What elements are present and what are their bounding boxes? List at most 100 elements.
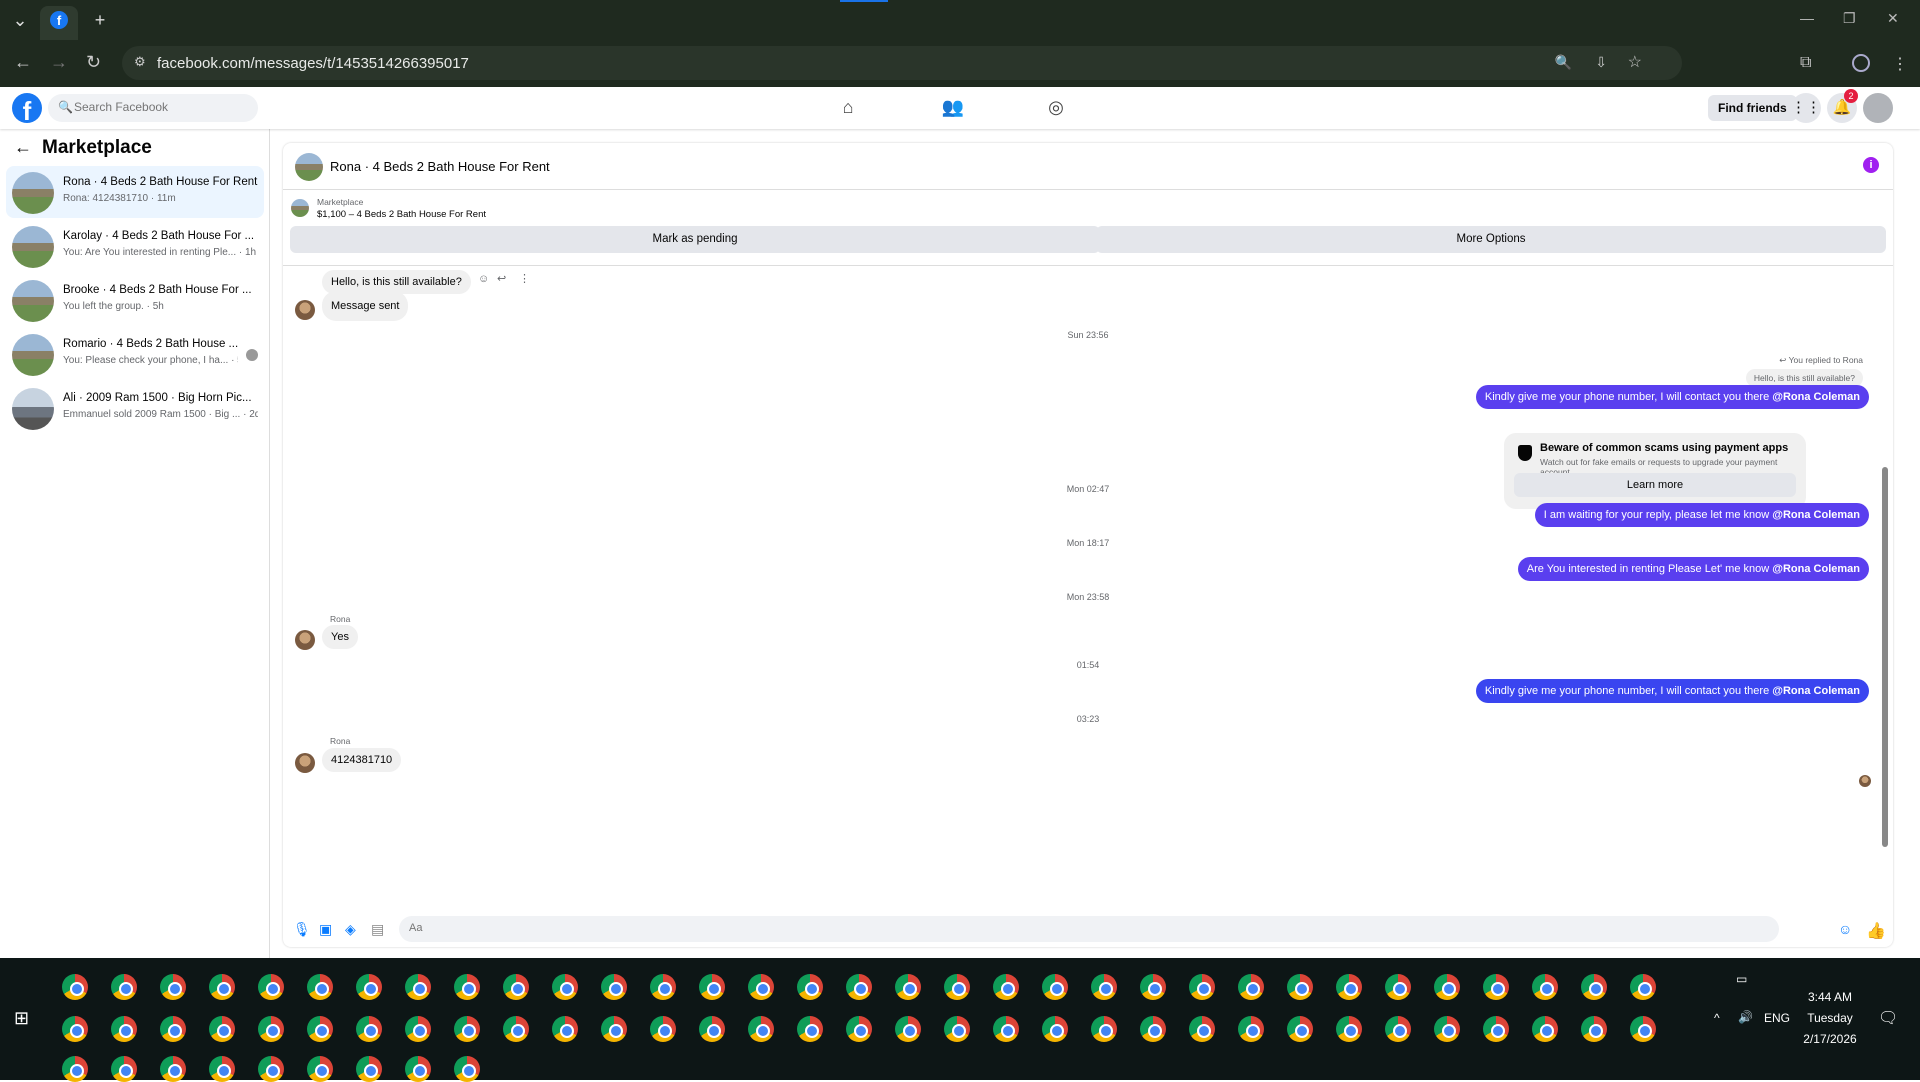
chrome-taskbar-icon[interactable] (846, 974, 872, 1000)
install-icon[interactable]: ⇩ (1595, 54, 1607, 71)
chrome-taskbar-icon[interactable] (160, 1056, 186, 1082)
groups-icon[interactable]: ◎ (1044, 97, 1068, 121)
outgoing-message[interactable]: Are You interested in renting Please Let… (1517, 557, 1869, 581)
chrome-taskbar-icon[interactable] (601, 974, 627, 1000)
chrome-taskbar-icon[interactable] (1581, 974, 1607, 1000)
chrome-taskbar-icon[interactable] (748, 1016, 774, 1042)
chrome-taskbar-icon[interactable] (160, 974, 186, 1000)
chrome-taskbar-icon[interactable] (111, 974, 137, 1000)
chrome-taskbar-icon[interactable] (1385, 1016, 1411, 1042)
chrome-taskbar-icon[interactable] (1630, 1016, 1656, 1042)
chrome-taskbar-icon[interactable] (895, 974, 921, 1000)
forward-icon[interactable]: → (50, 52, 68, 73)
chrome-taskbar-icon[interactable] (1189, 1016, 1215, 1042)
reply-icon[interactable]: ↩ (497, 272, 506, 285)
minimize-icon[interactable]: — (1800, 10, 1814, 26)
address-bar[interactable]: ⚙ facebook.com/messages/t/14535142663950… (122, 46, 1682, 80)
tray-chevron-icon[interactable]: ^ (1714, 1011, 1720, 1025)
outgoing-message[interactable]: I am waiting for your reply, please let … (1534, 503, 1869, 527)
scrollbar-thumb[interactable] (1882, 467, 1888, 847)
conversation-item[interactable]: Romario · 4 Beds 2 Bath House ... You: P… (6, 328, 264, 380)
chrome-taskbar-icon[interactable] (1189, 974, 1215, 1000)
home-icon[interactable]: ⌂ (836, 97, 860, 121)
chrome-taskbar-icon[interactable] (748, 974, 774, 1000)
info-icon[interactable]: i (1863, 157, 1879, 173)
more-icon[interactable]: ⋮ (519, 272, 530, 285)
menu-icon[interactable]: ⋮ (1892, 54, 1908, 74)
chrome-taskbar-icon[interactable] (846, 1016, 872, 1042)
chrome-taskbar-icon[interactable] (62, 1056, 88, 1082)
chrome-taskbar-icon[interactable] (356, 1056, 382, 1082)
chrome-taskbar-icon[interactable] (1287, 1016, 1313, 1042)
chrome-taskbar-icon[interactable] (209, 1056, 235, 1082)
conversation-item[interactable]: Karolay · 4 Beds 2 Bath House For ... Yo… (6, 220, 264, 272)
chrome-taskbar-icon[interactable] (993, 1016, 1019, 1042)
chrome-taskbar-icon[interactable] (1091, 1016, 1117, 1042)
incoming-message[interactable]: Message sent (322, 291, 409, 321)
chrome-taskbar-icon[interactable] (503, 1016, 529, 1042)
more-options-button[interactable]: More Options (1096, 226, 1886, 253)
restore-icon[interactable]: ❐ (1843, 10, 1856, 27)
learn-more-button[interactable]: Learn more (1514, 473, 1796, 497)
react-icon[interactable]: ☺ (478, 273, 489, 285)
chrome-taskbar-icon[interactable] (405, 1056, 431, 1082)
chrome-taskbar-icon[interactable] (1483, 974, 1509, 1000)
chrome-taskbar-icon[interactable] (1336, 1016, 1362, 1042)
clock-time[interactable]: 3:44 AM (1790, 990, 1870, 1004)
chrome-taskbar-icon[interactable] (699, 1016, 725, 1042)
chrome-taskbar-icon[interactable] (503, 974, 529, 1000)
message-input-box[interactable] (399, 916, 1779, 942)
listing-thumbnail[interactable] (291, 199, 309, 217)
windows-start-icon[interactable]: ⊞ (14, 1008, 29, 1029)
clock-day[interactable]: Tuesday (1790, 1011, 1870, 1025)
thumbs-up-icon[interactable]: 👍 (1866, 921, 1886, 941)
chrome-taskbar-icon[interactable] (356, 974, 382, 1000)
chrome-taskbar-icon[interactable] (356, 1016, 382, 1042)
sticker-icon[interactable]: ◈ (345, 921, 356, 938)
chrome-taskbar-icon[interactable] (944, 974, 970, 1000)
chrome-taskbar-icon[interactable] (62, 1016, 88, 1042)
chrome-taskbar-icon[interactable] (111, 1056, 137, 1082)
chrome-taskbar-icon[interactable] (1532, 1016, 1558, 1042)
chrome-taskbar-icon[interactable] (454, 1056, 480, 1082)
chrome-taskbar-icon[interactable] (1287, 974, 1313, 1000)
chrome-taskbar-icon[interactable] (454, 1016, 480, 1042)
chrome-taskbar-icon[interactable] (1140, 974, 1166, 1000)
photo-icon[interactable]: ▣ (319, 921, 332, 938)
back-icon[interactable]: ← (14, 52, 32, 73)
account-avatar[interactable] (1863, 93, 1893, 123)
chrome-taskbar-icon[interactable] (111, 1016, 137, 1042)
close-icon[interactable]: ✕ (1887, 10, 1899, 27)
chrome-taskbar-icon[interactable] (1238, 1016, 1264, 1042)
search-input[interactable] (74, 100, 244, 114)
chrome-taskbar-icon[interactable] (307, 1016, 333, 1042)
chrome-taskbar-icon[interactable] (1238, 974, 1264, 1000)
chrome-taskbar-icon[interactable] (1630, 974, 1656, 1000)
zoom-icon[interactable]: 🔍 (1555, 54, 1572, 71)
extensions-icon[interactable]: ⧉ (1800, 54, 1811, 72)
chrome-taskbar-icon[interactable] (454, 974, 480, 1000)
friends-icon[interactable]: 👥 (941, 97, 965, 121)
chrome-taskbar-icon[interactable] (209, 974, 235, 1000)
mention[interactable]: @Rona Coleman (1772, 563, 1860, 575)
chrome-taskbar-icon[interactable] (552, 1016, 578, 1042)
chrome-taskbar-icon[interactable] (797, 974, 823, 1000)
scrollbar[interactable] (1881, 267, 1889, 907)
chrome-taskbar-icon[interactable] (1336, 974, 1362, 1000)
chrome-taskbar-icon[interactable] (944, 1016, 970, 1042)
chrome-taskbar-icon[interactable] (307, 974, 333, 1000)
facebook-logo[interactable]: f (12, 93, 42, 126)
conversation-item[interactable]: Rona · 4 Beds 2 Bath House For Rent Rona… (6, 166, 264, 218)
chrome-taskbar-icon[interactable] (552, 974, 578, 1000)
chrome-taskbar-icon[interactable] (699, 974, 725, 1000)
site-info-icon[interactable]: ⚙ (134, 54, 146, 70)
chrome-taskbar-icon[interactable] (1434, 974, 1460, 1000)
chrome-taskbar-icon[interactable] (601, 1016, 627, 1042)
chrome-taskbar-icon[interactable] (1140, 1016, 1166, 1042)
chrome-taskbar-icon[interactable] (1091, 974, 1117, 1000)
microphone-icon[interactable]: 🎙 (293, 921, 311, 938)
menu-grid-icon[interactable]: ⋮⋮ (1791, 93, 1821, 123)
gif-icon[interactable]: ▤ (371, 921, 384, 938)
chrome-taskbar-icon[interactable] (258, 1016, 284, 1042)
chrome-taskbar-icon[interactable] (160, 1016, 186, 1042)
